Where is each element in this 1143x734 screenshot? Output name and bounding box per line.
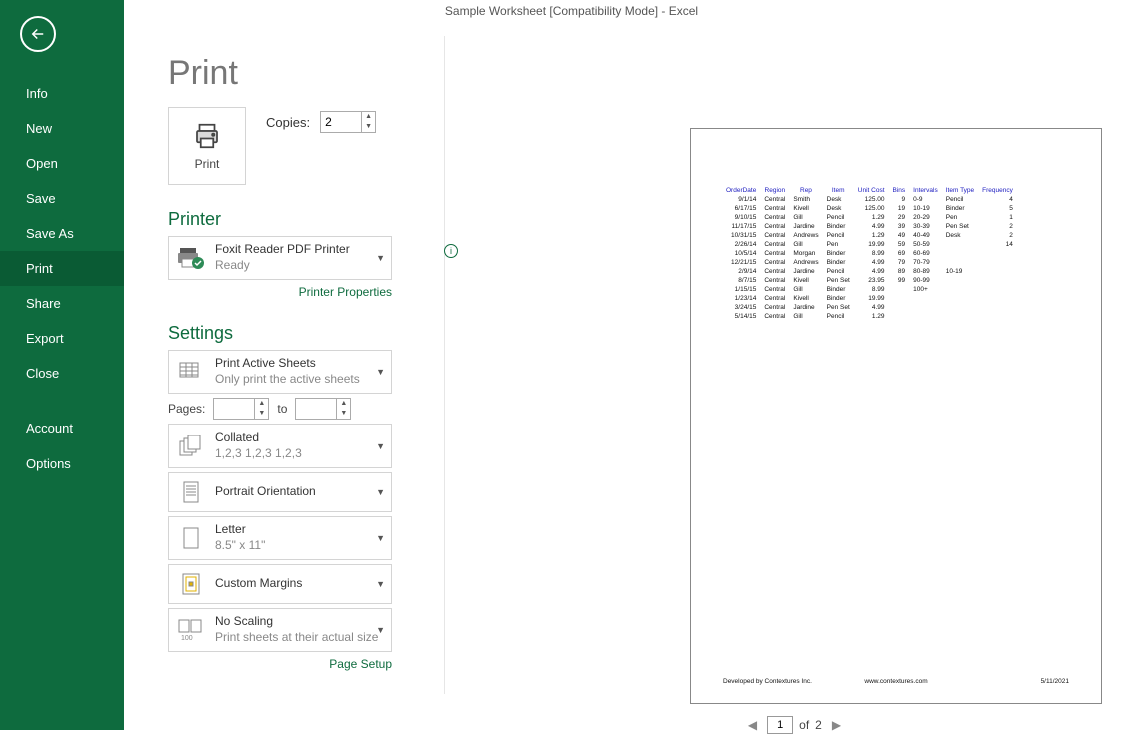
pages-to-label: to bbox=[277, 402, 287, 416]
page-setup-link[interactable]: Page Setup bbox=[329, 657, 392, 671]
sidebar-item-save-as[interactable]: Save As bbox=[0, 216, 124, 251]
collation-desc: 1,2,3 1,2,3 1,2,3 bbox=[215, 446, 385, 462]
scaling-icon: 100 bbox=[177, 618, 205, 642]
margins-dropdown[interactable]: Custom Margins ▼ bbox=[168, 564, 392, 604]
print-preview-area: OrderDateRegionRepItemUnit CostBinsInter… bbox=[446, 22, 1143, 730]
portrait-icon bbox=[180, 480, 202, 504]
chevron-down-icon: ▼ bbox=[376, 487, 385, 497]
printer-name: Foxit Reader PDF Printer bbox=[215, 242, 385, 258]
margins-icon bbox=[180, 572, 202, 596]
preview-footer: Developed by Contextures Inc. www.contex… bbox=[723, 678, 1069, 685]
chevron-down-icon: ▼ bbox=[376, 625, 385, 635]
pages-label: Pages: bbox=[168, 402, 205, 416]
spinner-down-icon[interactable]: ▼ bbox=[337, 409, 350, 419]
sidebar-item-share[interactable]: Share bbox=[0, 286, 124, 321]
printer-properties-link[interactable]: Printer Properties bbox=[299, 285, 392, 299]
orientation-dropdown[interactable]: Portrait Orientation ▼ bbox=[168, 472, 392, 512]
copies-label: Copies: bbox=[266, 115, 310, 130]
sidebar-item-save[interactable]: Save bbox=[0, 181, 124, 216]
spinner-up-icon[interactable]: ▲ bbox=[362, 112, 375, 122]
footer-center: www.contextures.com bbox=[864, 678, 927, 685]
sheets-icon bbox=[178, 361, 204, 383]
page-icon bbox=[181, 526, 201, 550]
back-button[interactable] bbox=[20, 16, 56, 52]
orientation-label: Portrait Orientation bbox=[215, 484, 385, 500]
sidebar-item-open[interactable]: Open bbox=[0, 146, 124, 181]
settings-section-title: Settings bbox=[168, 323, 444, 344]
sidebar-item-print[interactable]: Print bbox=[0, 251, 124, 286]
print-what-label: Print Active Sheets bbox=[215, 356, 385, 372]
sidebar-item-close[interactable]: Close bbox=[0, 356, 124, 391]
app-title-bar: Sample Worksheet [Compatibility Mode] - … bbox=[0, 0, 1143, 22]
pages-from-spinner[interactable]: ▲▼ bbox=[213, 398, 269, 420]
collation-label: Collated bbox=[215, 430, 385, 446]
print-button-label: Print bbox=[195, 157, 220, 171]
print-button[interactable]: Print bbox=[168, 107, 246, 185]
sidebar-item-account[interactable]: Account bbox=[0, 411, 124, 446]
page-navigator: ◀ of 2 ▶ bbox=[446, 716, 1143, 734]
printer-status: Ready bbox=[215, 258, 385, 274]
sidebar-item-options[interactable]: Options bbox=[0, 446, 124, 481]
chevron-down-icon: ▼ bbox=[376, 579, 385, 589]
margins-label: Custom Margins bbox=[215, 576, 385, 592]
chevron-down-icon: ▼ bbox=[376, 253, 385, 263]
spinner-down-icon[interactable]: ▼ bbox=[362, 122, 375, 132]
chevron-down-icon: ▼ bbox=[376, 533, 385, 543]
footer-left: Developed by Contextures Inc. bbox=[723, 678, 812, 685]
preview-page: OrderDateRegionRepItemUnit CostBinsInter… bbox=[690, 128, 1102, 704]
scaling-dropdown[interactable]: 100 No Scaling Print sheets at their act… bbox=[168, 608, 392, 652]
copies-spinner[interactable]: ▲▼ bbox=[320, 111, 376, 133]
preview-data-table: OrderDateRegionRepItemUnit CostBinsInter… bbox=[721, 185, 1018, 322]
backstage-sidebar: InfoNewOpenSaveSave AsPrintShareExportCl… bbox=[0, 0, 124, 730]
sidebar-item-export[interactable]: Export bbox=[0, 321, 124, 356]
copies-input[interactable] bbox=[321, 112, 361, 132]
current-page-input[interactable] bbox=[767, 716, 793, 734]
spinner-down-icon[interactable]: ▼ bbox=[255, 409, 268, 419]
printer-ready-icon bbox=[176, 246, 206, 270]
sidebar-item-new[interactable]: New bbox=[0, 111, 124, 146]
svg-text:100: 100 bbox=[181, 635, 193, 642]
collated-icon bbox=[178, 435, 204, 457]
paper-size-dropdown[interactable]: Letter 8.5" x 11" ▼ bbox=[168, 516, 392, 560]
page-title: Print bbox=[168, 54, 444, 93]
pages-from-input[interactable] bbox=[214, 399, 254, 419]
pages-to-input[interactable] bbox=[296, 399, 336, 419]
print-what-desc: Only print the active sheets bbox=[215, 372, 385, 388]
printer-section-title: Printer bbox=[168, 209, 444, 230]
printer-dropdown[interactable]: Foxit Reader PDF Printer Ready ▼ bbox=[168, 236, 392, 280]
paper-size-label: Letter bbox=[215, 522, 385, 538]
sidebar-item-info[interactable]: Info bbox=[0, 76, 124, 111]
print-what-dropdown[interactable]: Print Active Sheets Only print the activ… bbox=[168, 350, 392, 394]
spinner-up-icon[interactable]: ▲ bbox=[337, 399, 350, 409]
paper-size-desc: 8.5" x 11" bbox=[215, 538, 385, 554]
pages-to-spinner[interactable]: ▲▼ bbox=[295, 398, 351, 420]
collation-dropdown[interactable]: Collated 1,2,3 1,2,3 1,2,3 ▼ bbox=[168, 424, 392, 468]
printer-icon bbox=[190, 121, 224, 151]
scaling-label: No Scaling bbox=[215, 614, 385, 630]
chevron-down-icon: ▼ bbox=[376, 441, 385, 451]
arrow-left-icon bbox=[29, 25, 47, 43]
spinner-up-icon[interactable]: ▲ bbox=[255, 399, 268, 409]
chevron-down-icon: ▼ bbox=[376, 367, 385, 377]
scaling-desc: Print sheets at their actual size bbox=[215, 630, 385, 646]
footer-right: 5/11/2021 bbox=[1041, 678, 1069, 685]
print-settings-panel: Print Print Copies: ▲▼ i Printer Foxi bbox=[124, 22, 444, 730]
